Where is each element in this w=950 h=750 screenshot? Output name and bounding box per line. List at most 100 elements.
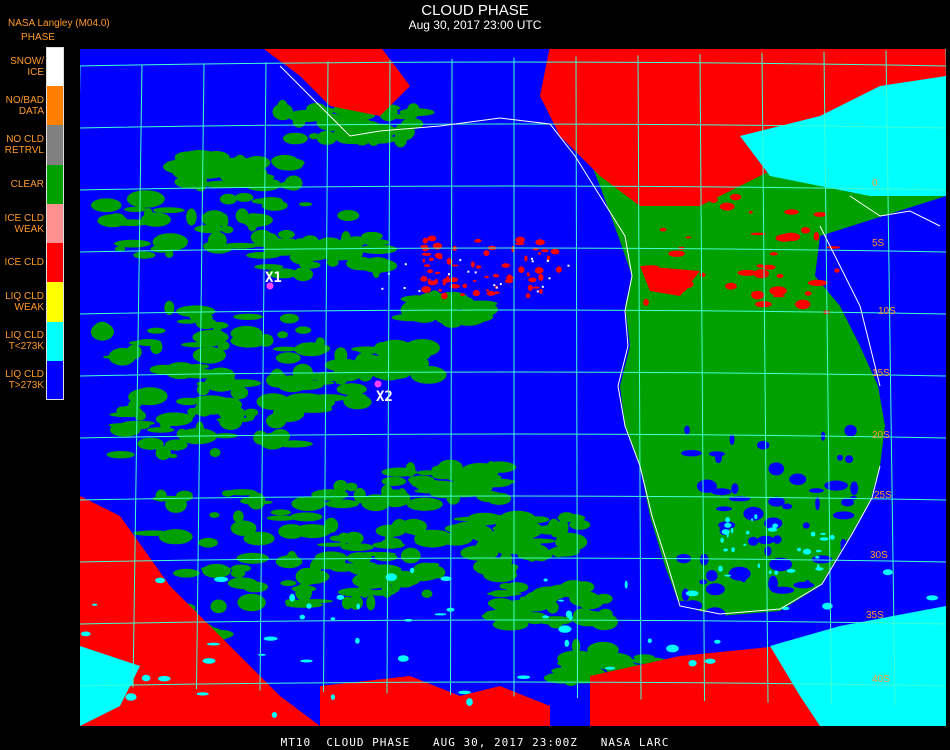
legend-title: PHASE: [21, 32, 55, 43]
clear-patch: [143, 208, 153, 221]
clear-patch: [230, 386, 249, 400]
cold-liquid-cloud-patch: [921, 650, 929, 658]
clear-patch: [394, 132, 407, 148]
clear-patch: [198, 537, 218, 548]
clear-patch: [334, 347, 348, 364]
clear-patch: [490, 590, 514, 598]
clear-patch: [305, 404, 318, 413]
clear-patch: [411, 529, 449, 538]
no-data-edge: [80, 46, 946, 49]
snow-ice-patch: [548, 277, 551, 280]
ice-cloud-patch: [546, 255, 551, 261]
site-marker-label: X2: [376, 389, 393, 405]
cold-liquid-cloud-patch: [815, 556, 820, 559]
clear-patch: [453, 535, 492, 540]
clear-patch: [292, 110, 322, 122]
producer-label: NASA Langley (M04.0): [8, 18, 110, 29]
ice-cloud-patch: [539, 289, 543, 294]
clear-patch: [108, 347, 136, 366]
liquid-cloud-patch: [844, 424, 857, 437]
liquid-cloud-patch: [716, 506, 732, 512]
cold-liquid-cloud-patch: [271, 712, 278, 718]
clear-patch: [245, 500, 273, 505]
clear-patch: [347, 393, 367, 401]
ice-cloud-patch: [506, 274, 513, 281]
clear-patch: [235, 192, 254, 202]
clear-patch: [209, 448, 221, 458]
clear-patch: [337, 532, 351, 544]
ice-cloud-patch: [434, 271, 441, 275]
phase-fill-layer: [80, 46, 946, 726]
clear-patch: [557, 519, 569, 536]
clear-patch: [91, 198, 122, 213]
clear-patch: [196, 381, 206, 386]
ice-cloud-patch: [550, 248, 560, 255]
clear-patch: [270, 237, 283, 248]
clear-patch: [227, 577, 258, 589]
ice-cloud-patch: [421, 252, 432, 256]
cold-liquid-cloud-patch: [542, 615, 549, 619]
cold-liquid-cloud-patch: [289, 593, 295, 602]
cold-liquid-cloud-patch: [685, 590, 699, 597]
ice-cloud-patch: [535, 239, 545, 246]
cold-liquid-cloud-patch: [802, 548, 812, 555]
snow-ice-patch: [474, 271, 477, 274]
liquid-cloud-patch: [837, 454, 843, 461]
clear-patch: [406, 301, 443, 311]
ice-cloud-patch: [524, 255, 528, 262]
ice-cloud-patch: [807, 279, 828, 286]
clear-patch: [517, 550, 553, 561]
clear-patch: [181, 342, 218, 348]
cold-liquid-cloud-patch: [723, 548, 728, 552]
snow-ice-patch: [495, 286, 498, 289]
clear-patch: [367, 564, 402, 577]
latitude-label: 25S: [874, 490, 892, 501]
ice-cloud-patch: [556, 266, 562, 273]
clear-patch: [487, 598, 514, 609]
ice-cloud-patch: [420, 276, 428, 282]
clear-patch: [124, 206, 147, 212]
cold-liquid-cloud-patch: [410, 567, 415, 574]
ice-cloud-patch: [421, 286, 432, 293]
ice-cloud-patch: [685, 236, 692, 239]
snow-ice-patch: [567, 264, 570, 267]
clear-patch: [385, 530, 394, 545]
cold-liquid-cloud-patch: [306, 603, 312, 609]
snow-ice-patch: [404, 263, 407, 266]
ice-cloud-patch: [441, 292, 448, 300]
liquid-cloud-patch: [842, 573, 866, 581]
liquid-cloud-patch: [793, 581, 815, 589]
clear-patch: [186, 208, 197, 226]
clear-patch: [294, 524, 332, 539]
clear-patch: [251, 198, 273, 204]
clear-patch: [152, 233, 188, 251]
clear-patch: [546, 601, 559, 614]
cold-liquid-cloud-patch: [206, 642, 220, 646]
liquid-cloud-patch: [748, 536, 759, 546]
site-marker-dot: [374, 380, 382, 388]
legend-label: CLEAR: [10, 178, 44, 190]
ice-cloud-patch: [485, 289, 490, 292]
clear-patch: [333, 127, 357, 140]
ice-cloud-patch: [813, 231, 820, 241]
clear-patch: [244, 178, 282, 192]
snow-ice-patch: [531, 260, 534, 263]
clear-patch: [222, 490, 234, 497]
clear-patch: [390, 114, 418, 120]
clear-patch: [110, 422, 141, 437]
ice-cloud-patch: [442, 279, 446, 286]
cold-liquid-cloud-patch: [125, 693, 137, 701]
cold-liquid-cloud-patch: [558, 599, 565, 602]
clear-patch: [574, 660, 587, 674]
liquid-cloud-patch: [773, 535, 782, 544]
clear-patch: [208, 231, 227, 249]
clear-patch: [114, 239, 151, 248]
liquid-cloud-patch: [802, 522, 810, 529]
clear-patch: [278, 229, 295, 239]
ice-cloud-patch: [423, 264, 431, 267]
clear-patch: [513, 606, 525, 624]
clear-patch: [381, 484, 393, 498]
liquid-cloud-patch: [705, 583, 725, 596]
clear-patch: [207, 167, 225, 176]
liquid-cloud-patch: [832, 511, 855, 520]
